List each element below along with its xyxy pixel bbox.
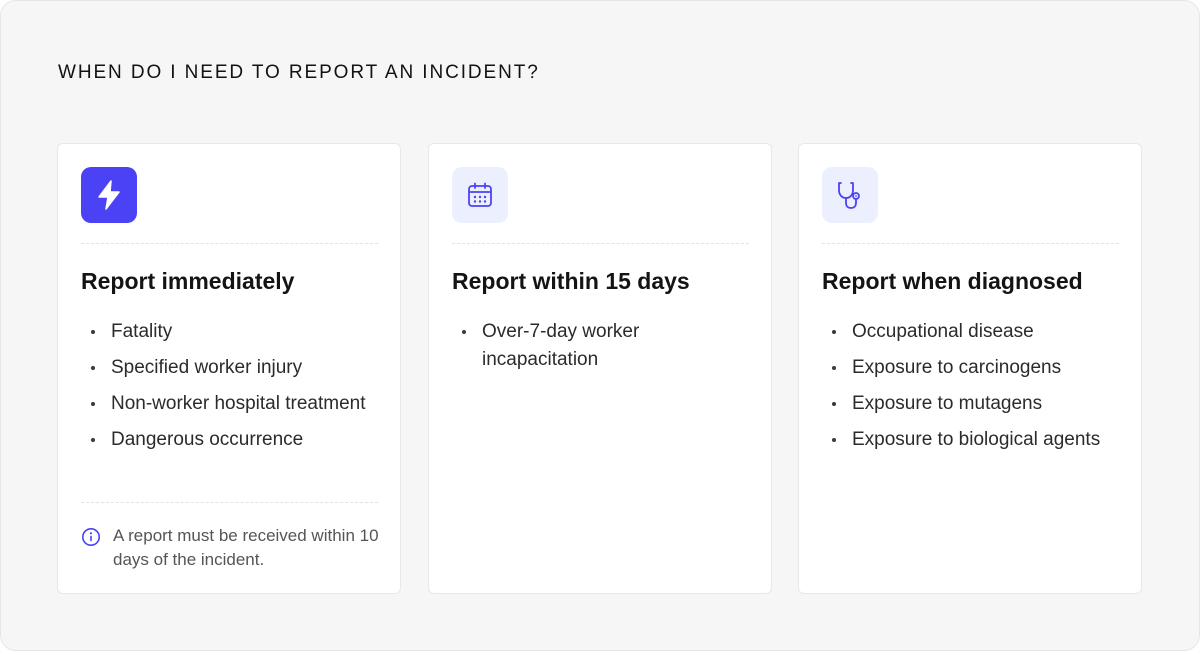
list-item: Exposure to mutagens	[822, 390, 1121, 418]
bullet-dot	[91, 438, 95, 442]
list-item-label: Dangerous occurrence	[111, 429, 304, 450]
calendar-icon	[452, 167, 508, 223]
card-title: Report within 15 days	[452, 268, 690, 294]
bullet-dot	[832, 330, 836, 334]
card-divider	[452, 243, 749, 244]
list-item-label: Exposure to mutagens	[852, 393, 1043, 414]
bullet-dot	[832, 366, 836, 370]
section-heading: WHEN DO I NEED TO REPORT AN INCIDENT?	[58, 62, 540, 83]
list-item: Exposure to biological agents	[822, 426, 1121, 454]
list-item: Specified worker injury	[81, 354, 380, 382]
card-divider	[822, 243, 1119, 244]
list-item-label: Over-7-day worker incapacitation	[482, 321, 640, 370]
list-item: Fatality	[81, 318, 380, 346]
list-item-label: Exposure to biological agents	[852, 429, 1101, 450]
list-item-label: Occupational disease	[852, 321, 1034, 342]
deadline-note: A report must be received within 10 days…	[81, 524, 380, 572]
list-item: Occupational disease	[822, 318, 1121, 346]
list-item-label: Specified worker injury	[111, 357, 303, 378]
note-divider	[81, 502, 378, 503]
info-icon	[82, 528, 100, 546]
card-report-immediately: Report immediately Fatality Specified wo…	[57, 143, 401, 594]
bullet-dot	[462, 330, 466, 334]
list-item: Exposure to carcinogens	[822, 354, 1121, 382]
bullet-list: Fatality Specified worker injury Non-wor…	[81, 318, 380, 462]
list-item-label: Non-worker hospital treatment	[111, 393, 366, 414]
list-item-label: Fatality	[111, 321, 173, 342]
bullet-dot	[91, 366, 95, 370]
bullet-dot	[91, 402, 95, 406]
lightning-icon	[81, 167, 137, 223]
bullet-list: Occupational disease Exposure to carcino…	[822, 318, 1121, 462]
list-item: Over-7-day worker incapacitation	[452, 318, 751, 374]
card-report-when-diagnosed: Report when diagnosed Occupational disea…	[798, 143, 1142, 594]
note-text: A report must be received within 10 days…	[113, 526, 379, 569]
card-title: Report immediately	[81, 268, 295, 294]
bullet-list: Over-7-day worker incapacitation	[452, 318, 751, 382]
incident-reporting-panel: WHEN DO I NEED TO REPORT AN INCIDENT? Re…	[0, 0, 1200, 651]
list-item: Dangerous occurrence	[81, 426, 380, 454]
bullet-dot	[832, 438, 836, 442]
list-item: Non-worker hospital treatment	[81, 390, 380, 418]
card-report-within-15-days: Report within 15 days Over-7-day worker …	[428, 143, 772, 594]
bullet-dot	[832, 402, 836, 406]
card-title: Report when diagnosed	[822, 268, 1083, 294]
list-item-label: Exposure to carcinogens	[852, 357, 1062, 378]
stethoscope-icon	[822, 167, 878, 223]
card-divider	[81, 243, 378, 244]
bullet-dot	[91, 330, 95, 334]
